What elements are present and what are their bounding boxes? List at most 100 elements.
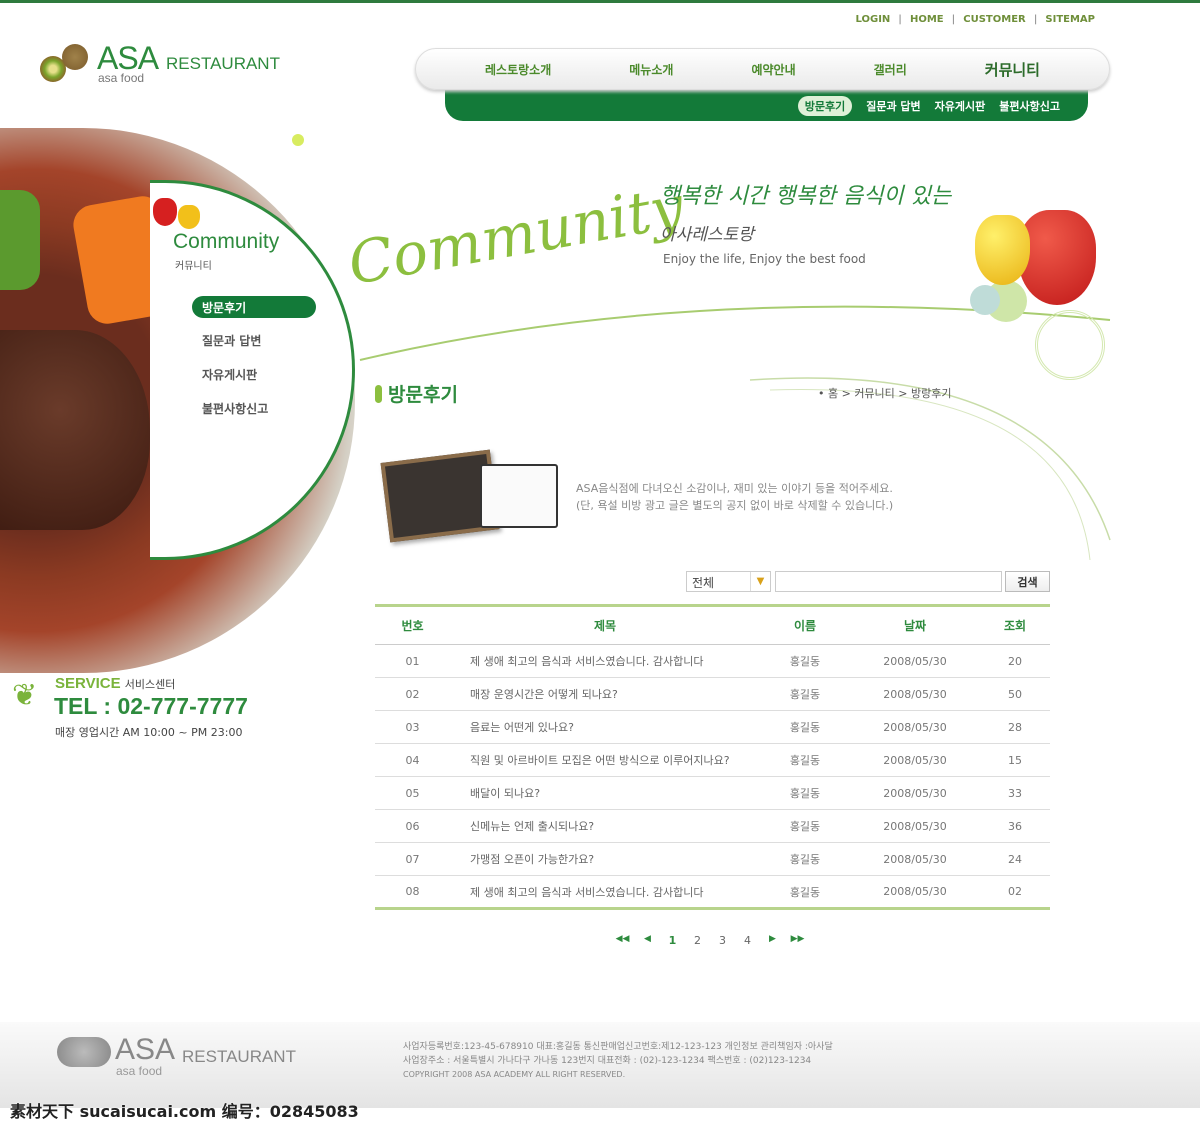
- home-link[interactable]: HOME: [910, 14, 944, 25]
- select-value: 전체: [692, 576, 715, 590]
- first-page-button[interactable]: ◀◀: [610, 934, 635, 947]
- row-date: 2008/05/30: [850, 710, 980, 744]
- chevron-down-icon: ▼: [750, 572, 770, 591]
- prev-page-button[interactable]: ◀: [635, 934, 660, 947]
- search-button[interactable]: 검색: [1005, 571, 1050, 592]
- row-number: 01: [375, 644, 450, 678]
- nav-community[interactable]: 커뮤니티: [985, 59, 1040, 80]
- row-date: 2008/05/30: [850, 776, 980, 810]
- row-views: 36: [980, 809, 1050, 843]
- service-hours: 매장 영업시간 AM 10:00 ~ PM 23:00: [55, 726, 243, 739]
- row-name: 홍길동: [760, 776, 850, 810]
- side-item-complaint[interactable]: 불편사항신고: [202, 400, 268, 417]
- table-row[interactable]: 03 음료는 어떤게 있나요? 홍길동 2008/05/30 28: [375, 710, 1050, 744]
- title-bullet-icon: [375, 384, 382, 403]
- header-number: 번호: [375, 605, 450, 645]
- banner-tagline: Enjoy the life, Enjoy the best food: [663, 252, 866, 266]
- table-row[interactable]: 08 제 생애 최고의 음식과 서비스였습니다. 감사합니다 홍길동 2008/05/…: [375, 876, 1050, 909]
- subnav-visit-review[interactable]: 방문후기: [797, 95, 853, 116]
- nav-restaurant-intro[interactable]: 레스토랑소개: [485, 61, 551, 78]
- search-category-select[interactable]: 전체 ▼: [686, 571, 771, 592]
- row-number: 08: [405, 885, 420, 898]
- kiwi-icon: [62, 44, 88, 70]
- row-number: 06: [375, 809, 450, 843]
- page-title-text: 방문후기: [388, 384, 458, 406]
- pepper-icon: [178, 205, 200, 229]
- nav-gallery[interactable]: 갤러리: [874, 61, 907, 78]
- side-item-qna[interactable]: 질문과 답변: [202, 332, 261, 349]
- customer-link[interactable]: CUSTOMER: [963, 14, 1025, 25]
- logo-restaurant: RESTAURANT: [166, 54, 280, 73]
- page-2[interactable]: 2: [685, 934, 710, 947]
- footer-logo-restaurant: RESTAURANT: [182, 1047, 296, 1066]
- pepper-icon: [153, 198, 177, 226]
- side-subtitle: 커뮤니티: [175, 261, 212, 272]
- leaf-icon: ❦: [12, 678, 38, 713]
- logo-sub: asa food: [98, 71, 145, 85]
- page-4[interactable]: 4: [735, 934, 760, 947]
- row-views: 15: [980, 743, 1050, 777]
- service-tel: TEL : 02-777-7777: [54, 693, 248, 719]
- next-page-button[interactable]: ▶: [760, 934, 785, 947]
- row-date: 2008/05/30: [850, 809, 980, 843]
- footer-logo-asa: ASA: [115, 1033, 176, 1066]
- table-row[interactable]: 04 직원 및 아르바이트 모집은 어떤 방식으로 이루어지나요? 홍길동 2008/…: [375, 743, 1050, 777]
- login-link[interactable]: LOGIN: [855, 14, 890, 25]
- search-input[interactable]: [775, 571, 1002, 592]
- row-date: 2008/05/30: [883, 885, 947, 898]
- footer-line: 사업장주소 : 서울특별시 가나다구 가나동 123번지 대표전화 : (02)…: [403, 1056, 812, 1066]
- nav-reservation[interactable]: 예약안내: [751, 61, 795, 78]
- pagination: ◀◀ ◀ 1 2 3 4 ▶ ▶▶: [610, 934, 810, 947]
- broccoli-image: [0, 190, 40, 290]
- subnav-qna[interactable]: 질문과 답변: [866, 98, 920, 114]
- breadcrumb: • 홈 > 커뮤니티 > 방랑후기: [818, 387, 952, 400]
- logo[interactable]: ASA RESTAURANT asa food: [40, 40, 280, 90]
- yellow-pepper-image: [975, 215, 1030, 285]
- copyright: COPYRIGHT 2008 ASA ACADEMY ALL RIGHT RES…: [403, 1070, 626, 1079]
- table-row[interactable]: 07 가맹점 오픈이 가능한가요? 홍길동 2008/05/30 24: [375, 842, 1050, 876]
- row-title[interactable]: 신메뉴는 언제 출시되나요?: [450, 809, 760, 843]
- row-title[interactable]: 가맹점 오픈이 가능한가요?: [450, 842, 760, 876]
- row-title[interactable]: 제 생애 최고의 음식과 서비스였습니다. 감사합니다: [450, 644, 760, 678]
- nav-menu-intro[interactable]: 메뉴소개: [629, 61, 673, 78]
- last-page-button[interactable]: ▶▶: [785, 934, 810, 947]
- banner-name: 아사레스토랑: [660, 225, 754, 245]
- side-item-free-board[interactable]: 자유게시판: [202, 366, 257, 383]
- row-date: 2008/05/30: [850, 644, 980, 678]
- row-number: 07: [375, 842, 450, 876]
- row-title[interactable]: 배달이 되나요?: [450, 776, 760, 810]
- row-name: 홍길동: [760, 743, 850, 777]
- sitemap-link[interactable]: SITEMAP: [1045, 14, 1095, 25]
- red-pepper-image: [1018, 210, 1096, 305]
- row-date: 2008/05/30: [850, 743, 980, 777]
- row-name: 홍길동: [760, 677, 850, 711]
- decor-dot: [1035, 310, 1105, 380]
- row-title[interactable]: 직원 및 아르바이트 모집은 어떤 방식으로 이루어지나요?: [450, 743, 760, 777]
- row-name: 홍길동: [760, 842, 850, 876]
- row-views: 24: [980, 842, 1050, 876]
- side-item-visit-review[interactable]: 방문후기: [192, 296, 316, 318]
- row-name: 홍길동: [760, 644, 850, 678]
- row-title[interactable]: 매장 운영시간은 어떻게 되나요?: [450, 677, 760, 711]
- row-title[interactable]: 음료는 어떤게 있나요?: [450, 710, 760, 744]
- header-date: 날짜: [850, 605, 980, 645]
- table-row[interactable]: 06 신메뉴는 언제 출시되나요? 홍길동 2008/05/30 36: [375, 809, 1050, 843]
- board-table: 번호 제목 이름 날짜 조회 01 제 생애 최고의 음식과 서비스였습니다. 감…: [375, 604, 1050, 910]
- subnav-complaint[interactable]: 불편사항신고: [999, 98, 1060, 114]
- top-border: [0, 0, 1200, 3]
- subnav-free-board[interactable]: 자유게시판: [935, 98, 986, 114]
- table-row[interactable]: 05 배달이 되나요? 홍길동 2008/05/30 33: [375, 776, 1050, 810]
- row-title[interactable]: 제 생애 최고의 음식과 서비스였습니다. 감사합니다: [450, 876, 760, 909]
- utility-links: LOGIN | HOME | CUSTOMER | SITEMAP: [855, 14, 1095, 25]
- header-title: 제목: [450, 605, 760, 645]
- table-row[interactable]: 01 제 생애 최고의 음식과 서비스였습니다. 감사합니다 홍길동 2008/05/…: [375, 644, 1050, 678]
- service-label-kr: 서비스센터: [124, 679, 176, 691]
- decor-dot: [292, 134, 304, 146]
- page-1[interactable]: 1: [660, 934, 685, 947]
- notice-line: (단, 욕설 비방 광고 글은 별도의 공지 없이 바로 삭제할 수 있습니다.…: [576, 499, 894, 512]
- page-3[interactable]: 3: [710, 934, 735, 947]
- board-notice: ASA음식점에 다녀오신 소감이나, 재미 있는 이야기 등을 적어주세요. (…: [576, 480, 893, 514]
- separator: |: [898, 14, 902, 25]
- notice-line: ASA음식점에 다녀오신 소감이나, 재미 있는 이야기 등을 적어주세요.: [576, 482, 893, 495]
- table-row[interactable]: 02 매장 운영시간은 어떻게 되나요? 홍길동 2008/05/30 50: [375, 677, 1050, 711]
